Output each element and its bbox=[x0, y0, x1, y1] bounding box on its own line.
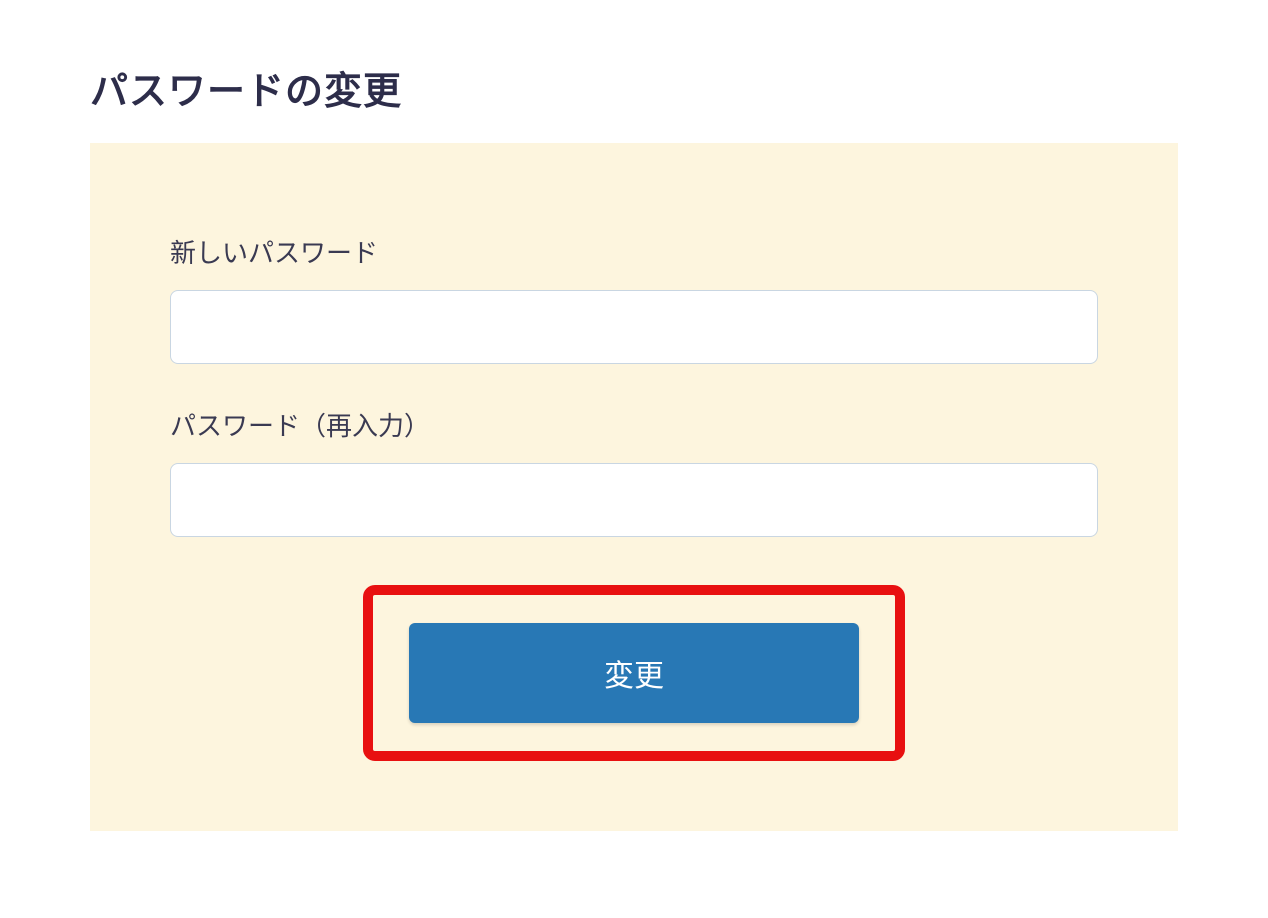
button-wrapper: 変更 bbox=[170, 585, 1098, 761]
page-title: パスワードの変更 bbox=[90, 60, 1178, 115]
confirm-password-input[interactable] bbox=[170, 463, 1098, 537]
confirm-password-group: パスワード（再入力） bbox=[170, 406, 1098, 537]
new-password-group: 新しいパスワード bbox=[170, 233, 1098, 364]
confirm-password-label: パスワード（再入力） bbox=[170, 406, 1098, 443]
new-password-label: 新しいパスワード bbox=[170, 233, 1098, 270]
submit-button[interactable]: 変更 bbox=[409, 623, 859, 723]
password-change-panel: 新しいパスワード パスワード（再入力） 変更 bbox=[90, 143, 1178, 831]
new-password-input[interactable] bbox=[170, 290, 1098, 364]
button-highlight-box: 変更 bbox=[363, 585, 905, 761]
